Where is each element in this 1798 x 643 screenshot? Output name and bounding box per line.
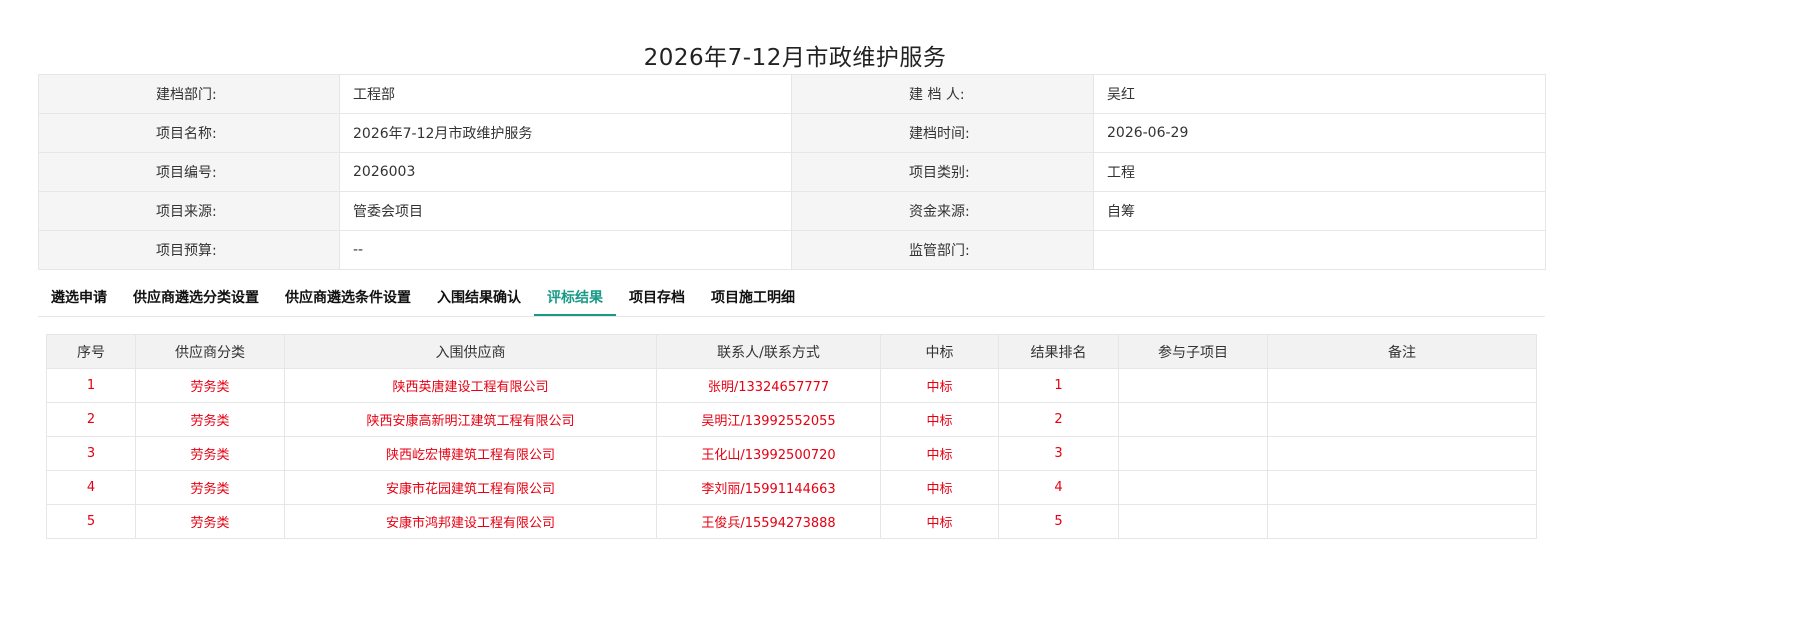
info-row: 项目编号: 2026003 项目类别: 工程 bbox=[38, 152, 1546, 192]
cell-sub-projects bbox=[1118, 436, 1268, 471]
cell-index: 2 bbox=[46, 402, 136, 437]
cell-supplier-name: 陕西屹宏博建筑工程有限公司 bbox=[284, 436, 657, 471]
info-label-project-source: 项目来源: bbox=[38, 191, 340, 231]
cell-remarks bbox=[1267, 504, 1537, 539]
cell-ranking: 5 bbox=[998, 504, 1119, 539]
info-row: 项目来源: 管委会项目 资金来源: 自筹 bbox=[38, 191, 1546, 231]
cell-remarks bbox=[1267, 368, 1537, 403]
cell-winning: 中标 bbox=[880, 470, 999, 505]
info-value-department: 工程部 bbox=[339, 74, 792, 114]
cell-supplier-category: 劳务类 bbox=[135, 470, 285, 505]
cell-index: 4 bbox=[46, 470, 136, 505]
cell-supplier-category: 劳务类 bbox=[135, 402, 285, 437]
cell-contact: 吴明江/13992552055 bbox=[656, 402, 881, 437]
column-header-index: 序号 bbox=[46, 334, 136, 369]
tab-project-archive[interactable]: 项目存档 bbox=[616, 280, 698, 316]
cell-supplier-category: 劳务类 bbox=[135, 436, 285, 471]
column-header-sub-projects: 参与子项目 bbox=[1118, 334, 1268, 369]
info-label-project-category: 项目类别: bbox=[791, 152, 1094, 192]
cell-contact: 张明/13324657777 bbox=[656, 368, 881, 403]
cell-sub-projects bbox=[1118, 402, 1268, 437]
cell-winning: 中标 bbox=[880, 368, 999, 403]
tab-supplier-condition-settings[interactable]: 供应商遴选条件设置 bbox=[272, 280, 424, 316]
info-label-project-name: 项目名称: bbox=[38, 113, 340, 153]
info-label-project-number: 项目编号: bbox=[38, 152, 340, 192]
cell-sub-projects bbox=[1118, 368, 1268, 403]
cell-index: 3 bbox=[46, 436, 136, 471]
cell-supplier-name: 安康市花园建筑工程有限公司 bbox=[284, 470, 657, 505]
info-value-project-number: 2026003 bbox=[339, 152, 792, 192]
info-label-created-date: 建档时间: bbox=[791, 113, 1094, 153]
column-header-contact: 联系人/联系方式 bbox=[656, 334, 881, 369]
info-value-project-source: 管委会项目 bbox=[339, 191, 792, 231]
bid-results-table: 序号 供应商分类 入围供应商 联系人/联系方式 中标 结果排名 参与子项目 备注… bbox=[46, 334, 1537, 539]
tab-bar: 遴选申请 供应商遴选分类设置 供应商遴选条件设置 入围结果确认 评标结果 项目存… bbox=[38, 279, 1545, 317]
cell-supplier-category: 劳务类 bbox=[135, 504, 285, 539]
info-label-creator: 建 档 人: bbox=[791, 74, 1094, 114]
cell-ranking: 1 bbox=[998, 368, 1119, 403]
cell-supplier-category: 劳务类 bbox=[135, 368, 285, 403]
info-row: 建档部门: 工程部 建 档 人: 吴红 bbox=[38, 74, 1546, 114]
table-row: 3 劳务类 陕西屹宏博建筑工程有限公司 王化山/13992500720 中标 3 bbox=[46, 436, 1537, 471]
info-value-funding-source: 自筹 bbox=[1093, 191, 1546, 231]
tab-construction-details[interactable]: 项目施工明细 bbox=[698, 280, 808, 316]
tab-bid-evaluation-results[interactable]: 评标结果 bbox=[534, 280, 616, 316]
info-value-creator: 吴红 bbox=[1093, 74, 1546, 114]
info-value-supervising-dept bbox=[1093, 230, 1546, 270]
cell-winning: 中标 bbox=[880, 504, 999, 539]
info-label-funding-source: 资金来源: bbox=[791, 191, 1094, 231]
project-info-table: 建档部门: 工程部 建 档 人: 吴红 项目名称: 2026年7-12月市政维护… bbox=[38, 74, 1546, 270]
cell-sub-projects bbox=[1118, 470, 1268, 505]
cell-supplier-name: 安康市鸿邦建设工程有限公司 bbox=[284, 504, 657, 539]
cell-contact: 王化山/13992500720 bbox=[656, 436, 881, 471]
table-header-row: 序号 供应商分类 入围供应商 联系人/联系方式 中标 结果排名 参与子项目 备注 bbox=[46, 334, 1537, 369]
cell-index: 5 bbox=[46, 504, 136, 539]
info-value-created-date: 2026-06-29 bbox=[1093, 113, 1546, 153]
column-header-remarks: 备注 bbox=[1267, 334, 1537, 369]
cell-remarks bbox=[1267, 436, 1537, 471]
tab-supplier-category-settings[interactable]: 供应商遴选分类设置 bbox=[120, 280, 272, 316]
page-title: 2026年7-12月市政维护服务 bbox=[643, 45, 947, 71]
info-row: 项目预算: -- 监管部门: bbox=[38, 230, 1546, 270]
cell-remarks bbox=[1267, 402, 1537, 437]
column-header-shortlisted-supplier: 入围供应商 bbox=[284, 334, 657, 369]
table-row: 1 劳务类 陕西英唐建设工程有限公司 张明/13324657777 中标 1 bbox=[46, 368, 1537, 403]
cell-contact: 李刘丽/15991144663 bbox=[656, 470, 881, 505]
info-label-supervising-dept: 监管部门: bbox=[791, 230, 1094, 270]
info-row: 项目名称: 2026年7-12月市政维护服务 建档时间: 2026-06-29 bbox=[38, 113, 1546, 153]
info-label-department: 建档部门: bbox=[38, 74, 340, 114]
cell-index: 1 bbox=[46, 368, 136, 403]
cell-contact: 王俊兵/15594273888 bbox=[656, 504, 881, 539]
column-header-supplier-category: 供应商分类 bbox=[135, 334, 285, 369]
cell-ranking: 3 bbox=[998, 436, 1119, 471]
cell-supplier-name: 陕西安康高新明江建筑工程有限公司 bbox=[284, 402, 657, 437]
cell-ranking: 2 bbox=[998, 402, 1119, 437]
table-row: 4 劳务类 安康市花园建筑工程有限公司 李刘丽/15991144663 中标 4 bbox=[46, 470, 1537, 505]
cell-remarks bbox=[1267, 470, 1537, 505]
table-row: 5 劳务类 安康市鸿邦建设工程有限公司 王俊兵/15594273888 中标 5 bbox=[46, 504, 1537, 539]
cell-winning: 中标 bbox=[880, 436, 999, 471]
cell-supplier-name: 陕西英唐建设工程有限公司 bbox=[284, 368, 657, 403]
table-row: 2 劳务类 陕西安康高新明江建筑工程有限公司 吴明江/13992552055 中… bbox=[46, 402, 1537, 437]
tab-selection-application[interactable]: 遴选申请 bbox=[38, 280, 120, 316]
info-value-budget: -- bbox=[339, 230, 792, 270]
info-label-budget: 项目预算: bbox=[38, 230, 340, 270]
cell-sub-projects bbox=[1118, 504, 1268, 539]
cell-winning: 中标 bbox=[880, 402, 999, 437]
tab-shortlist-confirmation[interactable]: 入围结果确认 bbox=[424, 280, 534, 316]
info-value-project-category: 工程 bbox=[1093, 152, 1546, 192]
column-header-winning: 中标 bbox=[880, 334, 999, 369]
column-header-ranking: 结果排名 bbox=[998, 334, 1119, 369]
info-value-project-name: 2026年7-12月市政维护服务 bbox=[339, 113, 792, 153]
cell-ranking: 4 bbox=[998, 470, 1119, 505]
